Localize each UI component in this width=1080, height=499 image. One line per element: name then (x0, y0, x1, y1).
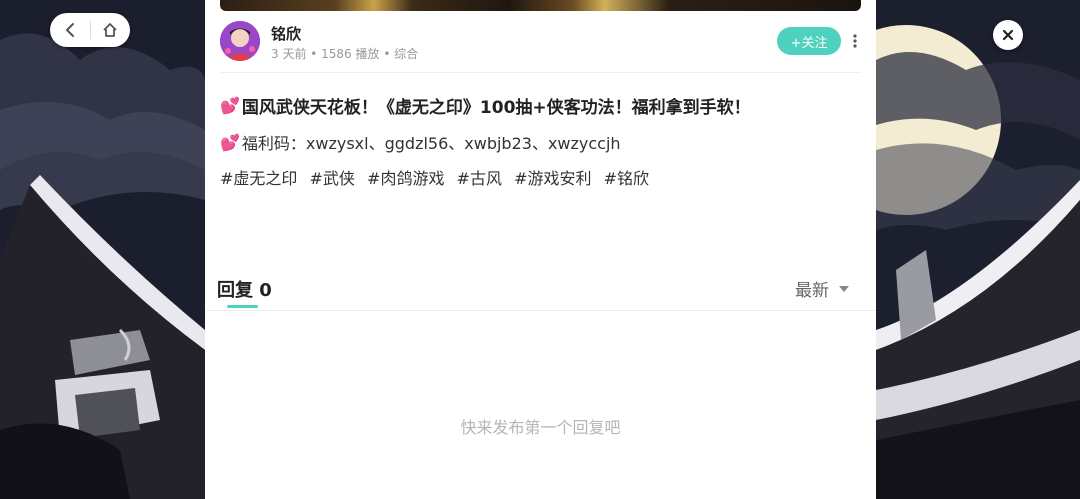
tag-list: #虚无之印 #武侠 #肉鸽游戏 #古风 #游戏安利 #铭欣 (220, 165, 656, 189)
tag-item[interactable]: #游戏安利 (514, 169, 591, 188)
home-icon (103, 23, 117, 37)
close-button[interactable] (993, 20, 1023, 50)
video-thumbnail[interactable] (220, 0, 861, 11)
tag-item[interactable]: #铭欣 (604, 169, 649, 188)
more-button[interactable] (847, 29, 863, 53)
author-name[interactable]: 铭欣 (271, 23, 301, 44)
sort-label: 最新 (795, 281, 829, 301)
back-button[interactable] (50, 13, 90, 47)
tag-item[interactable]: #古风 (457, 169, 502, 188)
post-title: 💕 国风武侠天花板！《虚无之印》100抽+侠客功法！福利拿到手软！ (220, 93, 751, 118)
tab-indicator (227, 305, 258, 308)
heart-icon: 💕 (220, 132, 240, 152)
nav-pill (50, 13, 130, 47)
post-panel: 铭欣 3 天前 • 1586 播放 • 综合 +关注 💕 国风武侠天花板！《虚无… (205, 0, 876, 499)
post-code-line: 💕 福利码：xwzysxl、ggdzl56、xwbjb23、xwzyccjh (220, 130, 621, 154)
post-meta: 3 天前 • 1586 播放 • 综合 (271, 47, 419, 61)
tag-item[interactable]: #武侠 (310, 169, 355, 188)
post-code-text: 福利码：xwzysxl、ggdzl56、xwbjb23、xwzyccjh (241, 134, 621, 153)
tag-item[interactable]: #虚无之印 (220, 169, 297, 188)
divider (205, 310, 876, 311)
background-artwork-right (876, 0, 1080, 499)
heart-icon: 💕 (220, 96, 240, 115)
close-icon (1002, 29, 1014, 41)
follow-button[interactable]: +关注 (777, 27, 841, 55)
caret-down-icon (839, 285, 849, 292)
sort-dropdown[interactable]: 最新 (795, 276, 849, 301)
avatar[interactable] (220, 21, 260, 61)
tag-item[interactable]: #肉鸽游戏 (367, 169, 444, 188)
home-button[interactable] (90, 13, 130, 47)
more-vertical-icon (853, 34, 857, 48)
author-row: 铭欣 3 天前 • 1586 播放 • 综合 +关注 (220, 21, 861, 65)
divider (220, 72, 861, 73)
empty-replies-message: 快来发布第一个回复吧 (460, 418, 621, 437)
background-artwork-left (0, 0, 205, 499)
post-title-text: 国风武侠天花板！《虚无之印》100抽+侠客功法！福利拿到手软！ (241, 98, 751, 118)
chevron-left-icon (65, 23, 74, 37)
reply-count-tab[interactable]: 回复 0 (217, 276, 272, 302)
